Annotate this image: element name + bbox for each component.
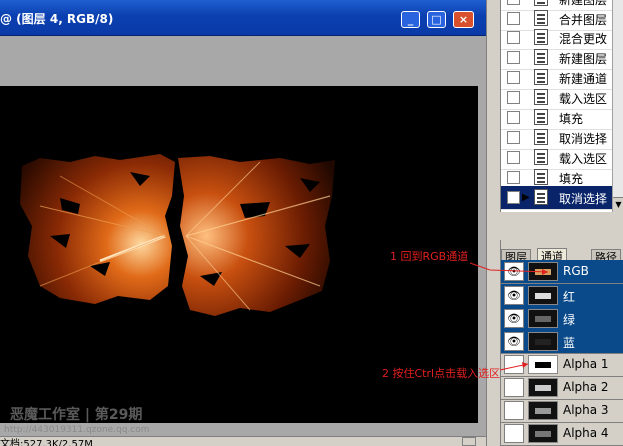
burned-glyph-left <box>20 154 175 304</box>
eye-icon[interactable]: 👁 <box>504 286 524 305</box>
history-step-icon <box>534 169 548 185</box>
history-item-label: 填充 <box>559 172 584 186</box>
channel-thumbnail <box>528 332 558 351</box>
channel-row-alpha-1[interactable]: Alpha 1 <box>501 353 623 377</box>
history-snapshot-checkbox[interactable] <box>507 51 520 64</box>
history-step-icon <box>534 189 548 205</box>
history-snapshot-checkbox[interactable] <box>507 91 520 104</box>
history-state-pointer-icon[interactable]: ▶ <box>522 192 530 203</box>
channel-label: Alpha 1 <box>563 357 609 371</box>
channel-row-alpha-2[interactable]: Alpha 2 <box>501 376 623 400</box>
history-item-label: 载入选区 <box>559 92 608 106</box>
minimize-button[interactable]: _ <box>401 11 420 28</box>
burned-glyph-right <box>178 156 335 316</box>
visibility-toggle[interactable] <box>504 378 524 397</box>
history-step-icon <box>534 129 548 145</box>
history-item-label: 取消选择 <box>559 132 608 146</box>
channel-thumbnail <box>528 401 558 420</box>
channel-thumbnail <box>528 355 558 374</box>
history-snapshot-checkbox[interactable] <box>507 71 520 84</box>
channel-thumbnail <box>528 378 558 397</box>
status-bar: 文档:527.3K/2.57M <box>0 436 486 446</box>
channel-label: Alpha 3 <box>563 403 609 417</box>
channel-thumbnail <box>528 262 558 281</box>
history-snapshot-checkbox[interactable] <box>507 171 520 184</box>
history-snapshot-checkbox[interactable] <box>507 31 520 44</box>
visibility-toggle[interactable] <box>504 401 524 420</box>
history-snapshot-checkbox[interactable] <box>507 111 520 124</box>
watermark-url: http://443019311.qzone.qq.com <box>4 425 150 435</box>
eye-icon[interactable]: 👁 <box>504 309 524 328</box>
channel-label: Alpha 4 <box>563 426 609 440</box>
history-snapshot-checkbox[interactable] <box>507 0 520 5</box>
history-item-label: 混合更改 <box>559 32 608 46</box>
history-item-label: 取消选择 <box>559 192 608 206</box>
annotation-step-2: 2 按住Ctrl点击载入选区 <box>382 367 501 380</box>
history-item-label: 新建通道 <box>559 72 608 86</box>
history-scrollbar[interactable]: ▼ <box>612 0 623 212</box>
history-item-active[interactable]: ▶ 取消选择 <box>501 186 613 210</box>
channel-row-alpha-3[interactable]: Alpha 3 <box>501 399 623 423</box>
status-menu-button[interactable] <box>462 437 476 446</box>
channel-row-blue[interactable]: 👁 蓝 <box>501 330 623 354</box>
channel-label: RGB <box>563 264 589 278</box>
history-snapshot-checkbox[interactable] <box>507 191 520 204</box>
channel-label: 红 <box>563 290 576 304</box>
channel-thumbnail <box>528 424 558 443</box>
eye-icon[interactable]: 👁 <box>504 262 524 281</box>
visibility-toggle[interactable] <box>504 424 524 443</box>
document-title-bar[interactable]: @ (图层 4, RGB/8) _ □ × <box>0 0 486 36</box>
history-step-icon <box>534 69 548 85</box>
channels-panel: 图层 通道 路径 👁 RGB 👁 红 👁 绿 👁 蓝 Alpha 1 Alpha… <box>500 240 623 446</box>
channel-thumbnail <box>528 286 558 305</box>
close-button[interactable]: × <box>453 11 474 28</box>
history-step-icon <box>534 29 548 45</box>
history-step-icon <box>534 109 548 125</box>
history-snapshot-checkbox[interactable] <box>507 151 520 164</box>
history-item-label: 载入选区 <box>559 152 608 166</box>
scroll-down-arrow-icon[interactable]: ▼ <box>613 197 623 212</box>
history-item-label: 新建图层 <box>559 52 608 66</box>
history-snapshot-checkbox[interactable] <box>507 12 520 25</box>
channel-label: Alpha 2 <box>563 380 609 394</box>
maximize-button[interactable]: □ <box>427 11 446 28</box>
channel-row-green[interactable]: 👁 绿 <box>501 307 623 331</box>
annotation-step-1: 1 回到RGB通道 <box>390 250 469 263</box>
channel-thumbnail <box>528 309 558 328</box>
document-title: @ (图层 4, RGB/8) <box>0 12 114 26</box>
channel-row-alpha-4[interactable]: Alpha 4 <box>501 422 623 446</box>
channel-label: 蓝 <box>563 336 576 350</box>
history-step-icon <box>534 89 548 105</box>
history-step-icon <box>534 10 548 26</box>
history-item-label: 填充 <box>559 112 584 126</box>
history-step-icon <box>534 0 548 6</box>
history-step-icon <box>534 49 548 65</box>
eye-icon[interactable]: 👁 <box>504 332 524 351</box>
history-snapshot-checkbox[interactable] <box>507 131 520 144</box>
channel-row-rgb[interactable]: 👁 RGB <box>501 260 623 284</box>
channel-row-red[interactable]: 👁 红 <box>501 284 623 308</box>
watermark: 恶魔工作室 | 第29期 <box>10 407 143 423</box>
channel-label: 绿 <box>563 313 576 327</box>
canvas-area[interactable] <box>0 36 486 446</box>
visibility-toggle[interactable] <box>504 355 524 374</box>
history-panel: 新建图层 合并图层 混合更改 新建图层 新建通道 载入选区 填充 取消选择 载入 <box>500 0 623 212</box>
document-size: 文档:527.3K/2.57M <box>0 439 93 446</box>
history-step-icon <box>534 149 548 165</box>
